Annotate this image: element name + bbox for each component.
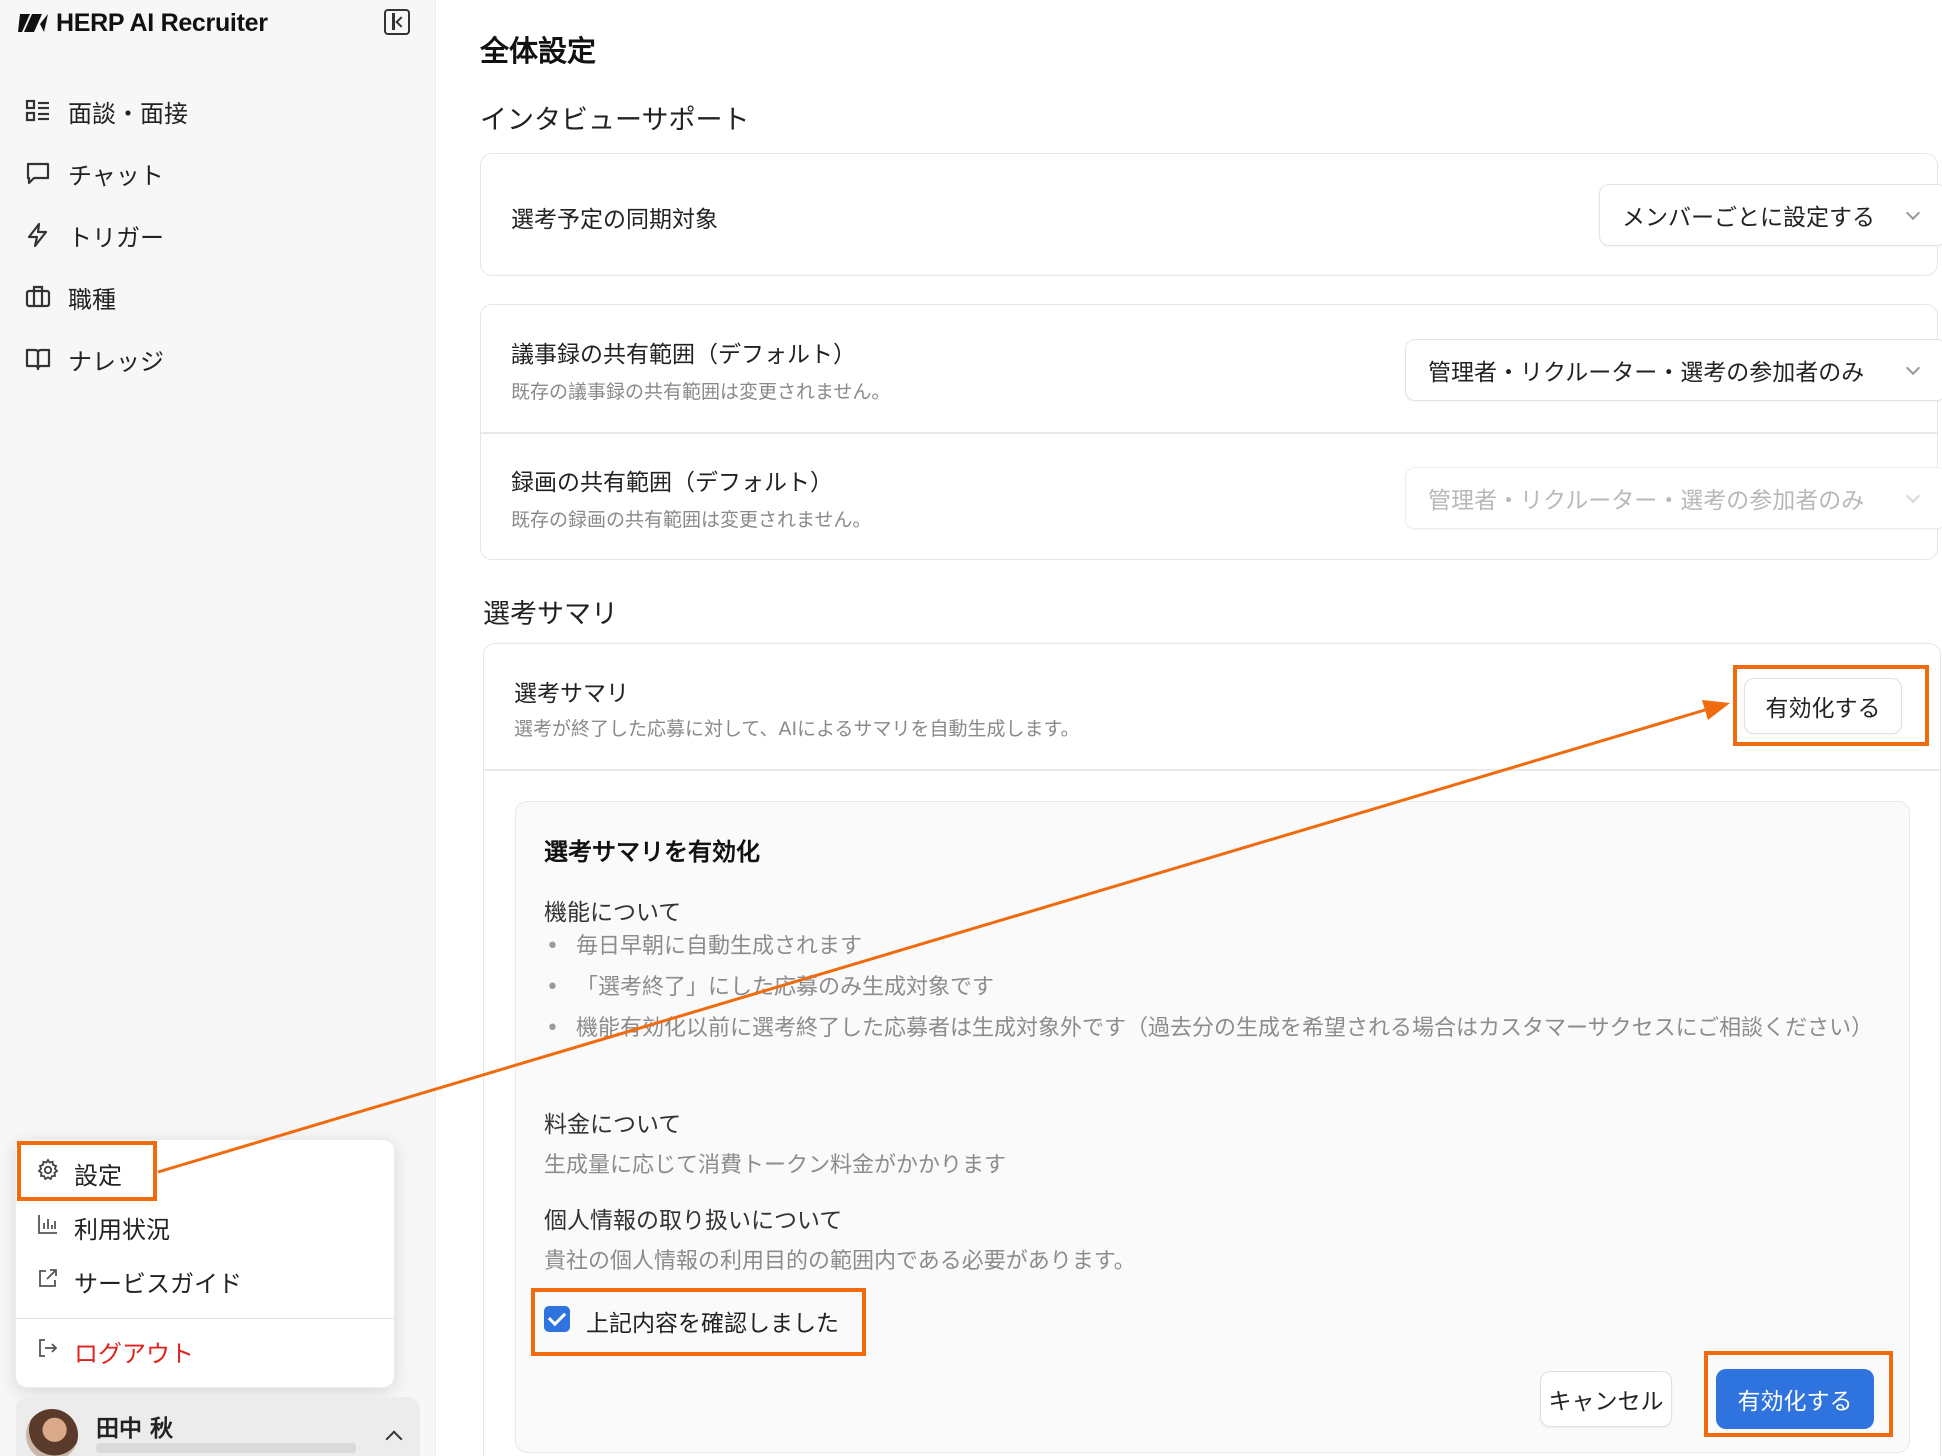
user-email-redacted bbox=[96, 1443, 356, 1453]
pricing-text: 生成量に応じて消費トークン料金がかかります bbox=[544, 1153, 1007, 1178]
recording-scope-select: 管理者・リクルーター・選考の参加者のみ bbox=[1405, 467, 1942, 529]
sidebar-item-job-types[interactable]: 職種 bbox=[0, 266, 436, 328]
select-value: 管理者・リクルーター・選考の参加者のみ bbox=[1428, 488, 1865, 514]
page-title: 全体設定 bbox=[480, 34, 597, 68]
privacy-heading: 個人情報の取り扱いについて bbox=[544, 1208, 843, 1234]
sidebar: HERP AI Recruiter 面談・面接 チャット トリガー 職種 ナレッ… bbox=[0, 0, 436, 1456]
chevron-down-icon bbox=[1905, 360, 1921, 376]
lightning-icon bbox=[24, 221, 52, 249]
confirm-checkbox[interactable] bbox=[544, 1306, 570, 1332]
recording-scope-label: 録画の共有範囲（デフォルト） bbox=[511, 470, 833, 496]
gear-icon bbox=[36, 1158, 60, 1188]
selection-summary-sub: 選考が終了した応募に対して、AIによるサマリを自動生成します。 bbox=[514, 718, 1080, 740]
logout-icon bbox=[36, 1336, 60, 1366]
select-value: メンバーごとに設定する bbox=[1622, 205, 1875, 231]
share-scope-card: 議事録の共有範囲（デフォルト） 既存の議事録の共有範囲は変更されません。 管理者… bbox=[480, 304, 1942, 560]
sidebar-collapse-button[interactable] bbox=[384, 9, 410, 35]
briefcase-icon bbox=[24, 283, 52, 311]
sync-target-card: 選考予定の同期対象 メンバーごとに設定する bbox=[480, 153, 1942, 276]
menu-item-label: 設定 bbox=[74, 1161, 122, 1190]
chevron-down-icon bbox=[1905, 488, 1921, 504]
user-name: 田中 秋 bbox=[96, 1416, 174, 1442]
menu-item-label: サービスガイド bbox=[74, 1269, 242, 1298]
herp-logo-icon bbox=[18, 14, 48, 32]
select-value: 管理者・リクルーター・選考の参加者のみ bbox=[1428, 360, 1865, 386]
menu-item-settings[interactable]: 設定 bbox=[16, 1146, 396, 1200]
book-icon bbox=[24, 345, 52, 373]
chat-icon bbox=[24, 159, 52, 187]
pricing-heading: 料金について bbox=[544, 1112, 682, 1138]
bar-chart-icon bbox=[36, 1212, 60, 1242]
section-title-interview-support: インタビューサポート bbox=[480, 105, 750, 136]
sidebar-item-knowledge[interactable]: ナレッジ bbox=[0, 328, 436, 390]
menu-item-label: ログアウト bbox=[74, 1339, 194, 1368]
feature-heading: 機能について bbox=[544, 900, 682, 926]
minutes-scope-select[interactable]: 管理者・リクルーター・選考の参加者のみ bbox=[1405, 339, 1942, 401]
panel-title: 選考サマリを有効化 bbox=[544, 838, 760, 866]
sync-target-select[interactable]: メンバーごとに設定する bbox=[1599, 184, 1942, 246]
sidebar-item-label: 面談・面接 bbox=[68, 99, 188, 128]
menu-item-label: 利用状況 bbox=[74, 1215, 170, 1244]
avatar bbox=[26, 1409, 78, 1456]
sidebar-item-chat[interactable]: チャット bbox=[0, 142, 436, 204]
sidebar-item-interviews[interactable]: 面談・面接 bbox=[0, 80, 436, 142]
submit-enable-button[interactable]: 有効化する bbox=[1716, 1369, 1874, 1429]
sidebar-item-label: ナレッジ bbox=[68, 347, 164, 376]
chevron-down-icon bbox=[1905, 205, 1921, 221]
grid-list-icon bbox=[24, 97, 52, 125]
chevron-up-icon[interactable] bbox=[385, 1430, 403, 1448]
main-content: 全体設定 インタビューサポート 選考予定の同期対象 メンバーごとに設定する 議事… bbox=[437, 0, 1942, 1456]
account-menu: 設定 利用状況 サービスガイド ログアウト bbox=[15, 1139, 396, 1388]
recording-scope-sub: 既存の録画の共有範囲は変更されません。 bbox=[511, 509, 872, 531]
menu-item-logout[interactable]: ログアウト bbox=[16, 1324, 396, 1378]
feature-item: 機能有効化以前に選考終了した応募者は生成対象外です（過去分の生成を希望される場合… bbox=[544, 1012, 1884, 1046]
menu-item-service-guide[interactable]: サービスガイド bbox=[16, 1254, 396, 1308]
feature-item: 「選考終了」にした応募のみ生成対象です bbox=[544, 971, 1884, 1005]
app-name: HERP AI Recruiter bbox=[56, 8, 268, 37]
feature-item: 毎日早朝に自動生成されます bbox=[544, 930, 1884, 964]
user-account-row[interactable]: 田中 秋 bbox=[16, 1397, 420, 1456]
menu-item-usage[interactable]: 利用状況 bbox=[16, 1200, 396, 1254]
enable-summary-panel: 選考サマリを有効化 機能について 毎日早朝に自動生成されます 「選考終了」にした… bbox=[515, 801, 1910, 1453]
cancel-button[interactable]: キャンセル bbox=[1540, 1371, 1672, 1427]
sidebar-nav: 面談・面接 チャット トリガー 職種 ナレッジ bbox=[0, 80, 436, 390]
sidebar-item-label: 職種 bbox=[68, 285, 116, 314]
minutes-scope-label: 議事録の共有範囲（デフォルト） bbox=[511, 342, 856, 368]
app-logo[interactable]: HERP AI Recruiter bbox=[18, 6, 268, 40]
minutes-scope-sub: 既存の議事録の共有範囲は変更されません。 bbox=[511, 381, 891, 403]
sidebar-item-triggers[interactable]: トリガー bbox=[0, 204, 436, 266]
sync-target-label: 選考予定の同期対象 bbox=[511, 207, 718, 233]
menu-divider bbox=[16, 1318, 396, 1319]
sidebar-item-label: チャット bbox=[68, 161, 164, 190]
external-link-icon bbox=[36, 1266, 60, 1296]
section-title-selection-summary: 選考サマリ bbox=[483, 599, 618, 630]
selection-summary-label: 選考サマリ bbox=[514, 681, 629, 707]
sidebar-item-label: トリガー bbox=[68, 223, 164, 252]
confirm-label[interactable]: 上記内容を確認しました bbox=[586, 1304, 839, 1338]
row-divider bbox=[481, 432, 1937, 434]
enable-summary-button[interactable]: 有効化する bbox=[1744, 678, 1902, 734]
privacy-text: 貴社の個人情報の利用目的の範囲内である必要があります。 bbox=[544, 1249, 1136, 1274]
row-divider bbox=[484, 769, 1940, 771]
